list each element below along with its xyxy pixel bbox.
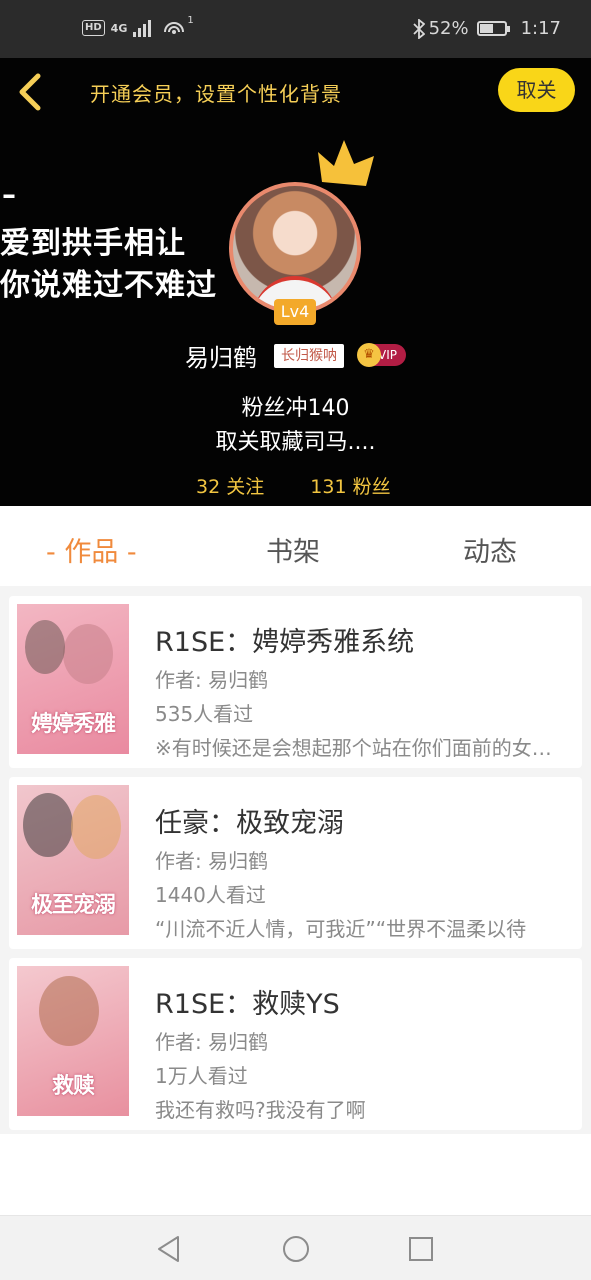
book-cover-title: 极至宠溺: [30, 893, 116, 918]
hotspot-icon: [164, 22, 185, 34]
background-text-line-1: 爱到拱手相让: [0, 226, 186, 261]
status-right: 52% 1:17: [412, 18, 561, 39]
avatar[interactable]: [229, 182, 361, 314]
vip-crown-icon: ♛: [357, 343, 381, 367]
bio-line-2: 取关取藏司马....: [215, 430, 376, 455]
book-author: 作者: 易归鹤: [155, 668, 269, 692]
book-cover-title: 救赎: [51, 1074, 95, 1099]
book-author: 作者: 易归鹤: [155, 1030, 269, 1054]
followers-count[interactable]: 131 粉丝: [310, 476, 390, 498]
hotspot-count: 1: [187, 14, 194, 26]
system-nav-bar: [0, 1215, 591, 1280]
tab-bookshelf[interactable]: 书架: [266, 530, 320, 569]
book-views: 1440人看过: [155, 883, 266, 907]
book-views: 1万人看过: [155, 1064, 248, 1088]
level-badge: Lv4: [274, 299, 316, 325]
clock: 1:17: [520, 18, 561, 39]
works-list: 娉婷秀雅 R1SE：娉婷秀雅系统 作者: 易归鹤 535人看过 ※有时候还是会想…: [0, 586, 591, 1134]
avatar-photo: [233, 186, 357, 310]
name-badge: 长归猴呐: [274, 344, 344, 368]
tab-works[interactable]: - 作品 -: [46, 530, 137, 569]
battery-percent: 52%: [428, 18, 469, 39]
tab-activity[interactable]: 动态: [463, 530, 517, 569]
background-text-dash: –: [2, 178, 16, 211]
book-title[interactable]: 任豪：极致宠溺: [155, 801, 344, 840]
vip-background-prompt[interactable]: 开通会员，设置个性化背景: [90, 78, 342, 107]
list-item[interactable]: 娉婷秀雅 R1SE：娉婷秀雅系统 作者: 易归鹤 535人看过 ※有时候还是会想…: [9, 596, 582, 768]
book-cover[interactable]: 极至宠溺: [17, 785, 129, 935]
background-text-line-2: 你说难过不难过: [0, 268, 217, 303]
book-cover[interactable]: 救赎: [17, 966, 129, 1116]
book-description: 我还有救吗?我没有了啊: [155, 1098, 366, 1122]
profile-header: 开通会员，设置个性化背景 取关 – 爱到拱手相让 你说难过不难过 Lv4 易归鹤…: [0, 58, 591, 506]
nav-back-icon[interactable]: [154, 1234, 184, 1264]
hd-icon: HD: [82, 20, 105, 36]
book-title[interactable]: R1SE：娉婷秀雅系统: [155, 620, 414, 659]
app-screen: HD 4G 1 52% 1:17 开通会员，设置个性化背景 取关 – 爱到拱手相…: [0, 0, 591, 1280]
vip-badge[interactable]: ♛ VIP: [357, 343, 406, 367]
network-type: 4G: [110, 21, 128, 35]
book-title[interactable]: R1SE：救赎YS: [155, 982, 340, 1021]
following-count[interactable]: 32 关注: [196, 476, 264, 498]
unfollow-button[interactable]: 取关: [498, 68, 575, 112]
list-item[interactable]: 极至宠溺 任豪：极致宠溺 作者: 易归鹤 1440人看过 “川流不近人情，可我近…: [9, 777, 582, 949]
book-cover-title: 娉婷秀雅: [30, 712, 116, 737]
book-author: 作者: 易归鹤: [155, 849, 269, 873]
follow-stats: 32 关注 131 粉丝: [196, 472, 431, 499]
profile-tabs: - 作品 - 书架 动态: [0, 506, 591, 586]
book-description: “川流不近人情，可我近”“世界不温柔以待: [155, 917, 527, 941]
book-cover[interactable]: 娉婷秀雅: [17, 604, 129, 754]
battery-icon: [476, 21, 510, 36]
list-item[interactable]: 救赎 R1SE：救赎YS 作者: 易归鹤 1万人看过 我还有救吗?我没有了啊: [9, 958, 582, 1130]
username: 易归鹤: [185, 344, 257, 372]
status-bar: HD 4G 1 52% 1:17: [0, 0, 591, 58]
status-left: HD 4G 1: [82, 14, 198, 38]
bio-line-1: 粉丝冲140: [241, 396, 350, 421]
nav-home-icon[interactable]: [281, 1234, 311, 1264]
nav-recents-icon[interactable]: [406, 1234, 436, 1264]
book-views: 535人看过: [155, 702, 254, 726]
book-description: ※有时候还是会想起那个站在你们面前的女孩……: [155, 736, 565, 760]
back-icon[interactable]: [14, 72, 48, 112]
signal-icon: [133, 19, 152, 37]
bluetooth-icon: [412, 18, 425, 39]
